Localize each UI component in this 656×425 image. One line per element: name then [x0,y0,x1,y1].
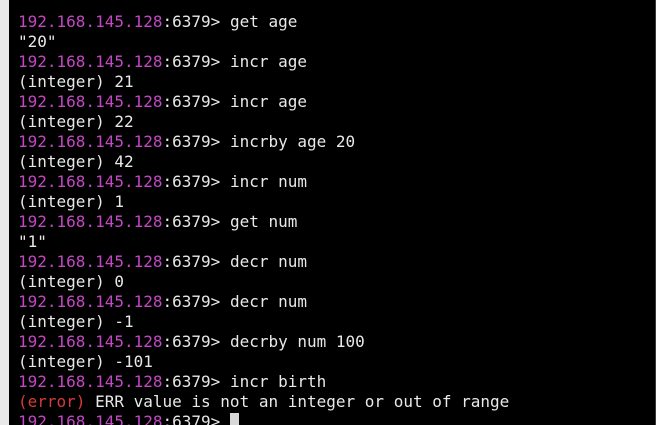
prompt-host: 192.168.145.128 [18,212,163,231]
prompt-line: 192.168.145.128:6379> incr num [18,172,654,192]
command-text: incrby age 20 [229,132,356,151]
prompt-port: :6379> [162,172,230,191]
output-line: (integer) 21 [18,72,654,92]
prompt-port: :6379> [162,412,230,425]
output-line: (integer) 1 [18,192,654,212]
prompt-port: :6379> [162,212,230,231]
prompt-line: 192.168.145.128:6379> incr age [18,52,654,72]
prompt-line: 192.168.145.128:6379> incr birth [18,372,654,392]
prompt-line: 192.168.145.128:6379> incrby age 20 [18,132,654,152]
error-message: ERR value is not an integer or out of ra… [85,392,510,411]
output-line: (integer) 22 [18,112,654,132]
prompt-line: 192.168.145.128:6379> get num [18,212,654,232]
prompt-line: 192.168.145.128:6379> decr num [18,252,654,272]
cursor-block[interactable] [229,413,239,425]
output-text: "1" [18,232,47,251]
prompt-port: :6379> [162,332,230,351]
prompt-port: :6379> [162,292,230,311]
prompt-line: 192.168.145.128:6379> decr num [18,292,654,312]
error-label: (error) [18,392,86,411]
output-line: (integer) -101 [18,352,654,372]
command-text: decr num [229,252,307,271]
output-line: (integer) -1 [18,312,654,332]
prompt-host: 192.168.145.128 [18,52,163,71]
output-line: (integer) 42 [18,152,654,172]
output-line: "1" [18,232,654,252]
terminal-window[interactable]: 192.168.145.128:6379> get age "20" 192.168… [0,0,656,425]
prompt-port: :6379> [162,12,230,31]
prompt-host: 192.168.145.128 [18,332,163,351]
command-text: incr age [229,92,307,111]
output-text: (integer) -1 [18,312,134,331]
output-line: (integer) 0 [18,272,654,292]
prompt-port: :6379> [162,372,230,391]
output-text: (integer) 22 [18,112,134,131]
prompt-host: 192.168.145.128 [18,372,163,391]
prompt-line: 192.168.145.128:6379> get age [18,12,654,32]
prompt-host: 192.168.145.128 [18,132,163,151]
prompt-line: 192.168.145.128:6379> decrby num 100 [18,332,654,352]
command-text: incr num [229,172,307,191]
command-text: get num [229,212,298,231]
prompt-line: 192.168.145.128:6379> incr age [18,92,654,112]
prompt-host: 192.168.145.128 [18,412,163,425]
output-text: (integer) 21 [18,72,134,91]
output-text: "20" [18,32,57,51]
prompt-host: 192.168.145.128 [18,172,163,191]
command-text: decrby num 100 [229,332,365,351]
prompt-port: :6379> [162,132,230,151]
command-text: incr age [229,52,307,71]
prompt-host: 192.168.145.128 [18,92,163,111]
active-prompt-line[interactable]: 192.168.145.128:6379> [18,412,654,425]
prompt-port: :6379> [162,52,230,71]
command-text: incr birth [229,372,327,391]
prompt-host: 192.168.145.128 [18,252,163,271]
window-left-edge [0,0,9,425]
output-text: (integer) 42 [18,152,134,171]
output-line: "20" [18,32,654,52]
output-text: (integer) 0 [18,272,124,291]
prompt-host: 192.168.145.128 [18,292,163,311]
prompt-port: :6379> [162,252,230,271]
output-text: (integer) -101 [18,352,153,371]
error-line: (error) ERR value is not an integer or o… [18,392,654,412]
prompt-host: 192.168.145.128 [18,12,163,31]
prompt-port: :6379> [162,92,230,111]
terminal-output: 192.168.145.128:6379> get age "20" 192.168… [18,0,654,425]
scrolled-off-line [18,0,654,12]
output-text: (integer) 1 [18,192,124,211]
command-text: get age [229,12,298,31]
command-text: decr num [229,292,307,311]
